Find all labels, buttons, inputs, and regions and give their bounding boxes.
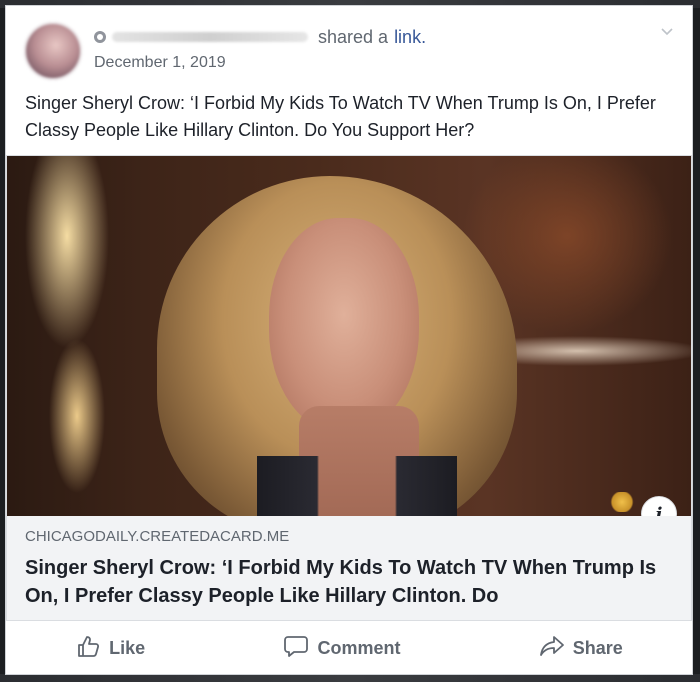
post-date[interactable]: December 1, 2019 bbox=[94, 54, 226, 72]
like-button[interactable]: Like bbox=[61, 627, 159, 670]
comment-label: Comment bbox=[317, 637, 401, 658]
comment-button[interactable]: Comment bbox=[269, 627, 414, 670]
share-label: Share bbox=[572, 637, 623, 658]
chevron-down-icon[interactable] bbox=[658, 24, 676, 42]
photo-flower-shape bbox=[609, 492, 635, 512]
link-text[interactable]: link. bbox=[394, 27, 426, 48]
post-text: Singer Sheryl Crow: ‘I Forbid My Kids To… bbox=[25, 93, 656, 140]
thumbs-up-icon bbox=[75, 633, 101, 664]
shared-text: shared a bbox=[318, 26, 389, 47]
post-card: shared a link. December 1, 2019 Singer S… bbox=[5, 5, 693, 675]
share-button[interactable]: Share bbox=[525, 627, 637, 670]
avatar[interactable] bbox=[24, 22, 82, 80]
action-bar: Like Comment Share bbox=[6, 622, 692, 674]
preview-image[interactable] bbox=[7, 156, 691, 516]
preview-domain: CHICAGODAILY.CREATEDACARD.ME bbox=[25, 528, 290, 545]
post-header: shared a link. bbox=[94, 24, 426, 50]
preview-caption[interactable]: CHICAGODAILY.CREATEDACARD.ME Singer Sher… bbox=[7, 516, 691, 620]
link-preview[interactable]: i CHICAGODAILY.CREATEDACARD.ME Singer Sh… bbox=[6, 155, 692, 621]
author-name-redacted[interactable] bbox=[112, 32, 308, 42]
privacy-icon bbox=[94, 31, 106, 43]
speech-bubble-icon bbox=[283, 633, 309, 664]
like-label: Like bbox=[109, 637, 146, 658]
preview-headline: Singer Sheryl Crow: ‘I Forbid My Kids To… bbox=[25, 557, 657, 607]
photo-face-shape bbox=[269, 218, 419, 433]
share-arrow-icon bbox=[539, 633, 565, 664]
background-strip-bottom bbox=[0, 674, 700, 682]
photo-garment-shape bbox=[257, 456, 457, 516]
